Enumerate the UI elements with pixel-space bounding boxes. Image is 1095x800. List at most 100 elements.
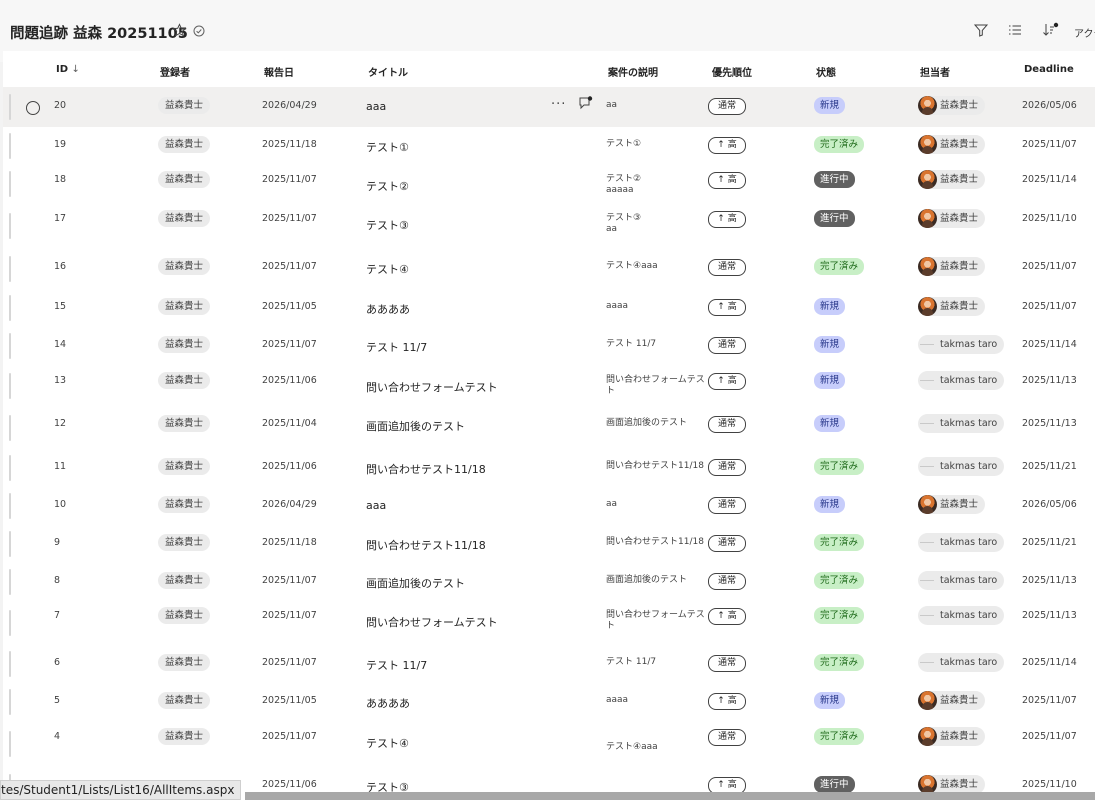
row-marker [9,455,11,481]
sort-button[interactable] [1041,22,1059,42]
title-cell[interactable]: テスト① [366,139,409,155]
table-row[interactable]: 12 益森貴士 2025/11/04 画面追加後のテスト 画面追加後のテスト 通常 新規 t… [3,406,1095,449]
assignee-chip[interactable]: takmas taro [918,414,1005,433]
report-date-cell: 2025/11/07 [262,261,317,272]
radio-icon[interactable] [26,101,40,115]
table-row[interactable]: 7 益森貴士 2025/11/07 問い合わせフォームテスト 問い合わせフォームテスト ↑… [3,600,1095,645]
table-row[interactable]: 18 益森貴士 2025/11/07 テスト② テスト② aaaaa ↑ 高進行中 益森貴士… [3,164,1095,203]
title-cell[interactable]: テスト④ [366,261,409,277]
table-row[interactable]: 15 益森貴士 2025/11/05 ああああ aaaa ↑ 高 新規 益森貴士 2025/1… [3,289,1095,327]
more-icon[interactable]: ··· [551,98,566,111]
column-header-report-date[interactable]: 報告日 [264,64,294,79]
star-icon[interactable] [172,23,187,38]
assignee-chip[interactable]: 益森貴士 [918,96,986,115]
table-row[interactable]: 4 益森貴士 2025/11/07 テスト④ テスト④aaa 通常 完了済み 益森貴士 202… [3,721,1095,767]
registrant-chip[interactable]: 益森貴士 [158,97,211,114]
title-cell[interactable]: 問い合わせテスト11/18 [366,537,486,553]
registrant-chip[interactable]: 益森貴士 [158,458,211,475]
avatar [918,457,937,476]
registrant-chip[interactable]: 益森貴士 [158,534,211,551]
table-row[interactable]: 20 益森貴士 2026/04/29 aaa ··· aa 通常 新規 益森貴士 2026/… [3,87,1095,127]
assignee-chip[interactable]: 益森貴士 [918,691,986,710]
assignee-chip[interactable]: takmas taro [918,335,1005,354]
row-marker [9,493,11,519]
table-row[interactable]: 6 益森貴士 2025/11/07 テスト 11/7 テスト 11/7 通常 完了済み ta… [3,645,1095,683]
assignee-chip[interactable]: takmas taro [918,371,1005,390]
assignee-chip[interactable]: 益森貴士 [918,209,986,228]
assignee-chip[interactable]: takmas taro [918,571,1005,590]
registrant-chip[interactable]: 益森貴士 [158,728,211,745]
registrant-chip[interactable]: 益森貴士 [158,415,211,432]
registrant-chip[interactable]: 益森貴士 [158,298,211,315]
registrant-chip[interactable]: 益森貴士 [158,210,211,227]
registrant-chip[interactable]: 益森貴士 [158,171,211,188]
column-header-title[interactable]: タイトル [368,64,408,79]
assignee-chip[interactable]: takmas taro [918,533,1005,552]
title-cell[interactable]: aaa [366,499,386,512]
id-cell: 19 [54,139,67,150]
title-cell[interactable]: テスト 11/7 [366,339,427,355]
status-badge: 進行中 [814,210,855,227]
assignee-chip[interactable]: 益森貴士 [918,257,986,276]
title-cell[interactable]: ああああ [366,695,410,711]
horizontal-scrollbar[interactable] [245,792,1095,800]
deadline-cell: 2025/11/13 [1022,575,1077,586]
table-row[interactable]: 13 益森貴士 2025/11/06 問い合わせフォームテスト 問い合わせフォームテスト… [3,365,1095,406]
table-row[interactable]: 19 益森貴士 2025/11/18 テスト① テスト① ↑ 高 完了済み 益森貴士 2025… [3,127,1095,164]
table-row[interactable]: 10 益森貴士 2026/04/29 aaa aa 通常 新規 益森貴士 2026/05/06 [3,487,1095,525]
table-row[interactable]: 16 益森貴士 2025/11/07 テスト④ テスト④aaa 通常 完了済み 益森貴士 20… [3,249,1095,289]
title-cell[interactable]: テスト④ [366,735,409,751]
title-cell[interactable]: テスト 11/7 [366,657,427,673]
filter-button[interactable] [973,22,989,42]
title-cell[interactable]: テスト② [366,178,409,194]
table-row[interactable]: 9 益森貴士 2025/11/18 問い合わせテスト11/18 問い合わせテスト11/1… [3,525,1095,563]
assignee-chip[interactable]: 益森貴士 [918,170,986,189]
avatar [918,414,937,433]
table-row[interactable]: 17 益森貴士 2025/11/07 テスト③ テスト③ aa ↑ 高進行中 益森貴士 202… [3,203,1095,249]
title-cell[interactable]: aaa [366,100,386,113]
registrant-chip[interactable]: 益森貴士 [158,336,211,353]
column-header-id[interactable]: ID ↓ [56,64,80,75]
assignee-chip[interactable]: takmas taro [918,457,1005,476]
assignee-chip[interactable]: takmas taro [918,653,1005,672]
title-cell[interactable]: 画面追加後のテスト [366,418,465,434]
title-cell[interactable]: 問い合わせフォームテスト [366,379,498,395]
table-row[interactable]: 14 益森貴士 2025/11/07 テスト 11/7 テスト 11/7 通常 新規 tak… [3,327,1095,365]
assignee-chip[interactable]: 益森貴士 [918,135,986,154]
registrant-chip[interactable]: 益森貴士 [158,136,211,153]
registrant-chip[interactable]: 益森貴士 [158,692,211,709]
more-actions-button[interactable]: アクテ [1074,25,1095,40]
registrant-chip[interactable]: 益森貴士 [158,258,211,275]
assignee-chip[interactable]: 益森貴士 [918,495,986,514]
status-badge: 新規 [814,372,846,389]
table-row[interactable]: 5 益森貴士 2025/11/05 ああああ aaaa ↑ 高 新規 益森貴士 2025/11… [3,683,1095,721]
title-cell[interactable]: 問い合わせテスト11/18 [366,461,486,477]
table-row[interactable]: 11 益森貴士 2025/11/06 問い合わせテスト11/18 問い合わせテスト11/… [3,449,1095,487]
view-options-button[interactable] [1007,22,1023,42]
assignee-chip[interactable]: 益森貴士 [918,297,986,316]
registrant-chip[interactable]: 益森貴士 [158,572,211,589]
comment-icon[interactable] [578,95,593,114]
registrant-chip[interactable]: 益森貴士 [158,607,211,624]
title-actions [172,23,205,38]
description-line: ト [606,621,616,631]
title-cell[interactable]: テスト③ [366,217,409,233]
column-header-assignee[interactable]: 担当者 [920,64,950,79]
title-cell[interactable]: ああああ [366,301,410,317]
registrant-chip[interactable]: 益森貴士 [158,654,211,671]
check-circle-icon[interactable] [193,25,205,37]
table-row[interactable]: 8 益森貴士 2025/11/07 画面追加後のテスト 画面追加後のテスト 通常 完了済み … [3,563,1095,600]
report-date-cell: 2026/04/29 [262,499,317,510]
registrant-chip[interactable]: 益森貴士 [158,372,211,389]
column-header-description[interactable]: 案件の説明 [608,64,658,79]
assignee-chip[interactable]: takmas taro [918,606,1005,625]
title-cell[interactable]: 問い合わせフォームテスト [366,614,498,630]
column-header-deadline[interactable]: Deadline [1024,64,1074,75]
column-header-priority[interactable]: 優先順位 [712,64,752,79]
column-header-status[interactable]: 状態 [816,64,836,79]
title-cell[interactable]: 画面追加後のテスト [366,575,465,591]
column-header-registrant[interactable]: 登録者 [160,64,190,79]
id-cell: 14 [54,339,67,350]
registrant-chip[interactable]: 益森貴士 [158,496,211,513]
assignee-chip[interactable]: 益森貴士 [918,727,986,746]
